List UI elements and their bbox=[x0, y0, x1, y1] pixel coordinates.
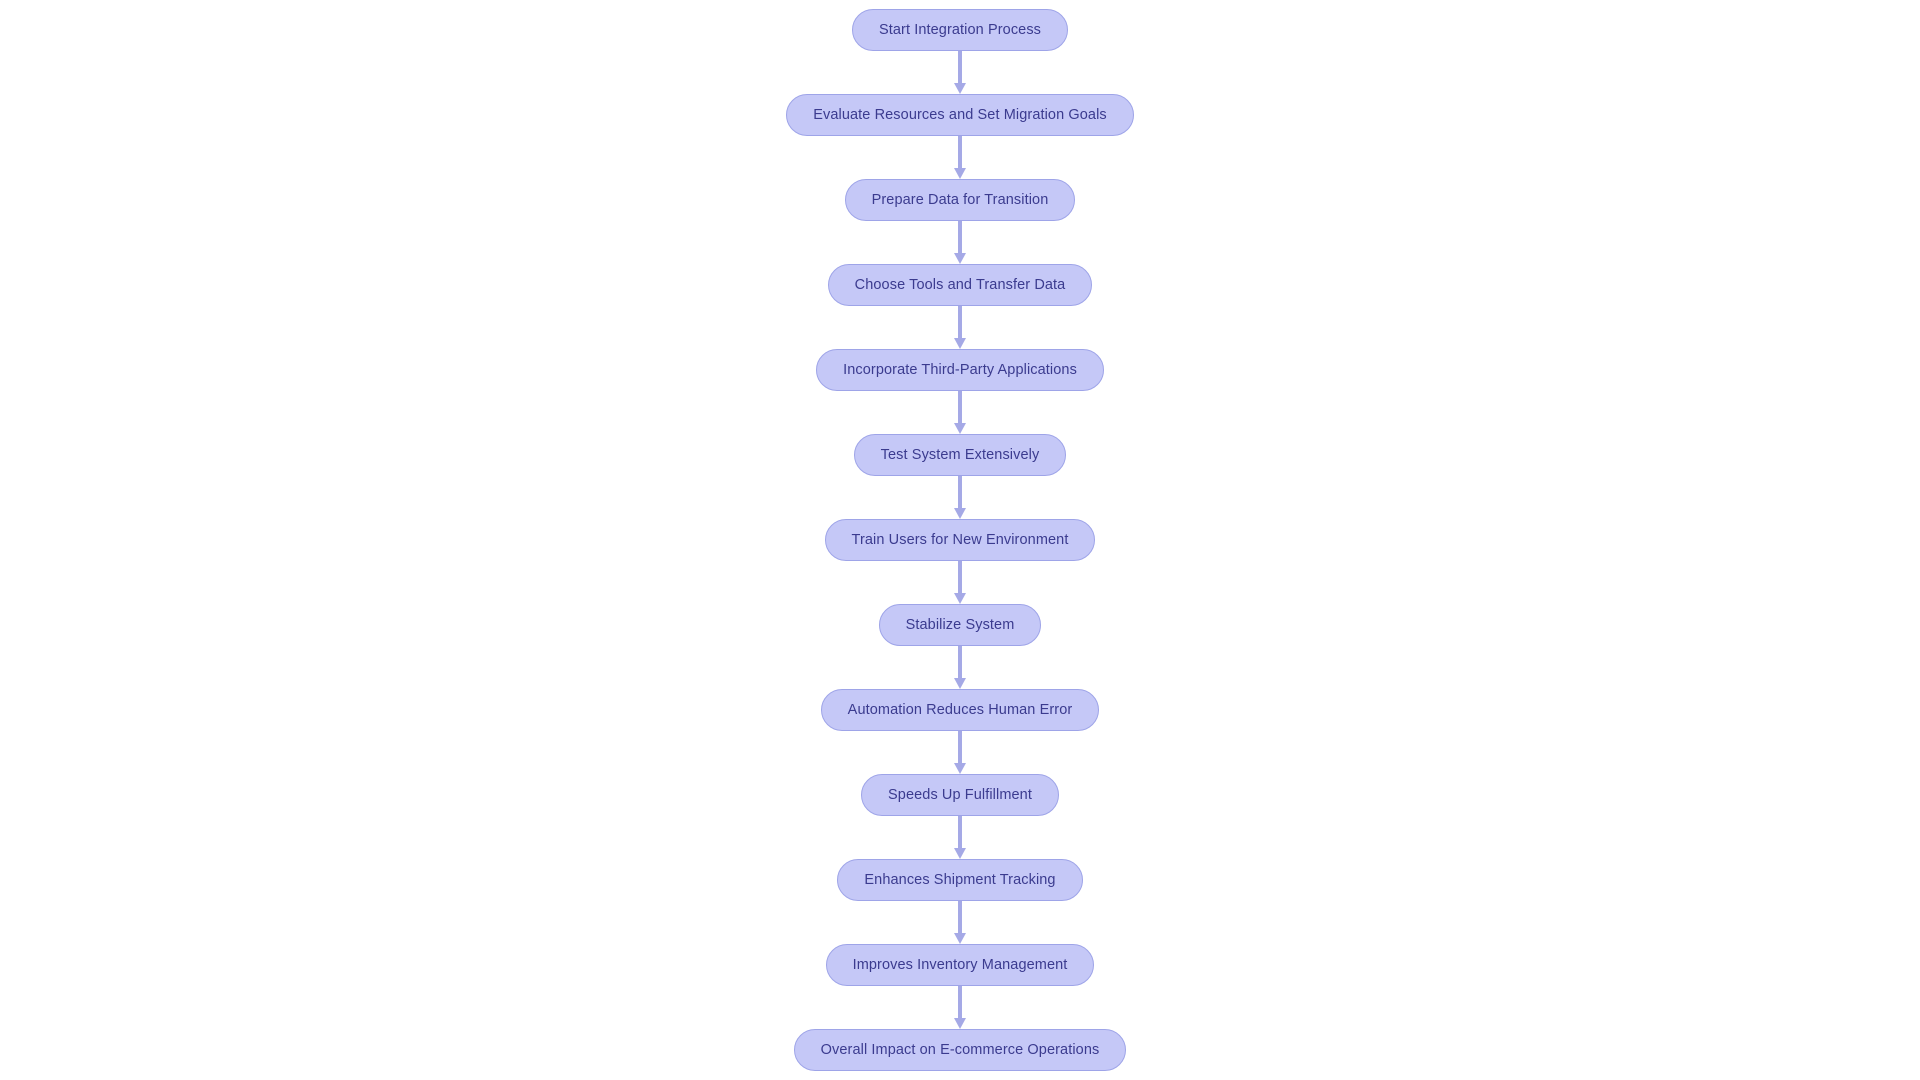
flow-node[interactable]: Stabilize System bbox=[878, 604, 1042, 646]
arrowhead-down-icon bbox=[954, 83, 966, 94]
flowchart-canvas: Start Integration Process Evaluate Resour… bbox=[0, 0, 1920, 1080]
flow-node[interactable]: Incorporate Third-Party Applications bbox=[816, 349, 1104, 391]
flow-arrow-connector bbox=[948, 221, 972, 264]
flow-arrow-connector bbox=[948, 816, 972, 859]
flow-node[interactable]: Evaluate Resources and Set Migration Goa… bbox=[786, 94, 1134, 136]
arrowhead-down-icon bbox=[954, 678, 966, 689]
flow-arrow-connector bbox=[948, 731, 972, 774]
connector-line bbox=[958, 136, 962, 170]
connector-line bbox=[958, 51, 962, 85]
flow-arrow-connector bbox=[948, 901, 972, 944]
arrowhead-down-icon bbox=[954, 338, 966, 349]
flow-arrow-connector bbox=[948, 646, 972, 689]
arrowhead-down-icon bbox=[954, 253, 966, 264]
flow-arrow-connector bbox=[948, 391, 972, 434]
connector-line bbox=[958, 816, 962, 850]
arrowhead-down-icon bbox=[954, 1018, 966, 1029]
arrowhead-down-icon bbox=[954, 593, 966, 604]
connector-line bbox=[958, 731, 962, 765]
connector-line bbox=[958, 476, 962, 510]
flow-node[interactable]: Enhances Shipment Tracking bbox=[837, 859, 1083, 901]
arrowhead-down-icon bbox=[954, 848, 966, 859]
flow-node[interactable]: Train Users for New Environment bbox=[824, 519, 1096, 561]
flow-arrow-connector bbox=[948, 561, 972, 604]
flow-arrow-connector bbox=[948, 136, 972, 179]
connector-line bbox=[958, 561, 962, 595]
flow-arrow-connector bbox=[948, 306, 972, 349]
arrowhead-down-icon bbox=[954, 508, 966, 519]
arrowhead-down-icon bbox=[954, 168, 966, 179]
flow-node[interactable]: Overall Impact on E-commerce Operations bbox=[793, 1029, 1127, 1071]
flow-arrow-connector bbox=[948, 986, 972, 1029]
flow-node[interactable]: Test System Extensively bbox=[853, 434, 1067, 476]
flow-node[interactable]: Prepare Data for Transition bbox=[844, 179, 1076, 221]
flow-arrow-connector bbox=[948, 476, 972, 519]
arrowhead-down-icon bbox=[954, 423, 966, 434]
flow-node[interactable]: Improves Inventory Management bbox=[825, 944, 1095, 986]
connector-line bbox=[958, 646, 962, 680]
arrowhead-down-icon bbox=[954, 763, 966, 774]
flow-node[interactable]: Automation Reduces Human Error bbox=[820, 689, 1100, 731]
arrowhead-down-icon bbox=[954, 933, 966, 944]
flow-arrow-connector bbox=[948, 51, 972, 94]
flow-node[interactable]: Speeds Up Fulfillment bbox=[861, 774, 1059, 816]
flowchart-node-column: Start Integration Process Evaluate Resour… bbox=[0, 9, 1920, 1071]
connector-line bbox=[958, 221, 962, 255]
connector-line bbox=[958, 306, 962, 340]
flow-node[interactable]: Choose Tools and Transfer Data bbox=[827, 264, 1093, 306]
connector-line bbox=[958, 391, 962, 425]
connector-line bbox=[958, 901, 962, 935]
flow-node[interactable]: Start Integration Process bbox=[851, 9, 1069, 51]
connector-line bbox=[958, 986, 962, 1020]
